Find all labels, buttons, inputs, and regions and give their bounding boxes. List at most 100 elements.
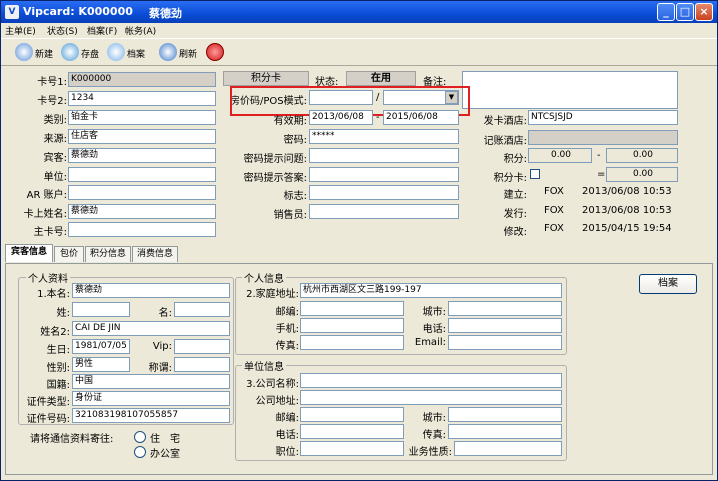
name2-field[interactable]: CAI DE JIN (72, 321, 230, 336)
surname-field[interactable] (72, 302, 130, 317)
company-address-field[interactable] (300, 390, 562, 405)
name-label: 1.本名: (37, 289, 70, 300)
unit-field[interactable] (68, 167, 216, 182)
email-field[interactable] (448, 335, 562, 350)
business-field[interactable] (454, 441, 562, 456)
app-window: V Vipcard: K000000 蔡德劲 _ □ × 主单(E) 状态(S)… (0, 0, 718, 481)
archive-button[interactable]: 档案 (639, 274, 697, 294)
type-label: 类别: (43, 115, 67, 126)
modified-by: FOX (544, 223, 564, 234)
personal-info-title: 个人信息 (242, 270, 286, 285)
company-phone-label: 电话: (275, 430, 299, 441)
question-field[interactable] (309, 148, 459, 163)
guest-info-panel: 个人资料 1.本名: 蔡德劲 姓: 名: 姓名2: CAI DE JIN 生日:… (5, 263, 713, 475)
flag-field[interactable] (309, 185, 459, 200)
phone-field[interactable] (448, 318, 562, 333)
personal-data-title: 个人资料 (26, 270, 70, 285)
maximize-button[interactable]: □ (676, 3, 694, 21)
card-name-field[interactable]: 蔡德劲 (68, 204, 216, 219)
exit-button[interactable] (206, 42, 228, 64)
nation-label: 国籍: (46, 380, 70, 391)
archive-toolbar-button[interactable]: 档案 (107, 42, 151, 64)
ar-field[interactable] (68, 185, 216, 200)
close-button[interactable]: × (695, 3, 713, 21)
name-field[interactable]: 蔡德劲 (72, 283, 230, 298)
issue-hotel-field[interactable]: NTCSJSJD (528, 110, 678, 125)
sales-field[interactable] (309, 204, 459, 219)
window-guest-name: 蔡德劲 (149, 7, 182, 20)
power-icon (206, 43, 224, 61)
points2-field: 0.00 (606, 148, 678, 163)
city-field[interactable] (448, 301, 562, 316)
company-phone-field[interactable] (300, 424, 404, 439)
birth-field[interactable]: 1981/07/05 (72, 339, 130, 354)
company-zip-field[interactable] (300, 407, 404, 422)
fax-field[interactable] (300, 335, 404, 350)
minimize-button[interactable]: _ (657, 3, 675, 21)
given-name-field[interactable] (174, 302, 230, 317)
tab-consumption-info[interactable]: 消费信息 (132, 246, 178, 262)
position-field[interactable] (300, 441, 404, 456)
created-by: FOX (544, 186, 564, 197)
nation-field[interactable]: 中国 (72, 374, 230, 389)
main-card-field[interactable] (68, 222, 216, 237)
type-field[interactable]: 铂金卡 (68, 110, 216, 125)
valid-to-field[interactable]: 2015/06/08 (383, 110, 459, 125)
points-card-checkbox[interactable] (530, 169, 540, 179)
unit-label: 单位: (43, 172, 67, 183)
radio-home[interactable] (134, 431, 146, 443)
guest-field[interactable]: 蔡德劲 (68, 148, 216, 163)
id-type-field[interactable]: 身份证 (72, 391, 230, 406)
save-button[interactable]: 存盘 (61, 42, 105, 64)
guest-label: 宾客: (43, 153, 67, 164)
answer-field[interactable] (309, 167, 459, 182)
gender-field[interactable]: 男性 (72, 357, 130, 372)
company-name-field[interactable] (300, 373, 562, 388)
company-city-label: 城市: (422, 413, 446, 424)
refresh-label: 刷新 (179, 50, 198, 60)
mobile-field[interactable] (300, 318, 404, 333)
home-address-field[interactable]: 杭州市西湖区文三路199-197 (300, 283, 562, 298)
vip-field[interactable] (174, 339, 230, 354)
radio-office[interactable] (134, 446, 146, 458)
company-fax-field[interactable] (448, 424, 562, 439)
menu-account[interactable]: 帐务(A) (125, 24, 156, 37)
password-label: 密码: (283, 135, 307, 146)
answer-label: 密码提示答案: (243, 173, 307, 184)
app-icon: V (5, 5, 19, 19)
tab-guest-info[interactable]: 宾客信息 (5, 244, 53, 262)
refresh-button[interactable]: 刷新 (159, 42, 203, 64)
card-no2-field[interactable]: 1234 (68, 91, 216, 106)
title-field[interactable] (174, 357, 230, 372)
status-value: 在用 (346, 71, 416, 86)
tab-package[interactable]: 包价 (54, 246, 84, 262)
question-label: 密码提示问题: (243, 154, 307, 165)
issued-by: FOX (544, 205, 564, 216)
remark-field[interactable] (462, 71, 678, 109)
password-field[interactable]: ***** (309, 129, 459, 144)
card-no1-field[interactable]: K000000 (68, 72, 216, 87)
radio-office-label: 办公室 (150, 449, 180, 460)
new-button[interactable]: 新建 (15, 42, 59, 64)
tab-points-info[interactable]: 积分信息 (85, 246, 131, 262)
name2-label: 姓名2: (40, 327, 70, 338)
surname-label: 姓: (56, 308, 70, 319)
vip-label: Vip: (152, 341, 172, 352)
menu-archive[interactable]: 档案(F) (87, 24, 117, 37)
menu-main[interactable]: 主单(E) (5, 24, 36, 37)
save-icon (61, 43, 79, 61)
id-no-field[interactable]: 321083198107055857 (72, 408, 230, 423)
menu-status[interactable]: 状态(S) (47, 24, 78, 37)
source-field[interactable]: 住店客 (68, 129, 216, 144)
zip-field[interactable] (300, 301, 404, 316)
card-no1-label: 卡号1: (37, 77, 67, 88)
acct-hotel-label: 记账酒店: (483, 136, 527, 147)
gender-label: 性别: (46, 363, 70, 374)
card-no2-label: 卡号2: (37, 96, 67, 107)
archive-label: 档案 (127, 50, 146, 60)
window-title: Vipcard: K000000 (23, 5, 133, 18)
valid-from-field[interactable]: 2013/06/08 (309, 110, 373, 125)
card-name-label: 卡上姓名: (23, 209, 67, 220)
company-city-field[interactable] (448, 407, 562, 422)
id-no-label: 证件号码: (26, 414, 70, 425)
